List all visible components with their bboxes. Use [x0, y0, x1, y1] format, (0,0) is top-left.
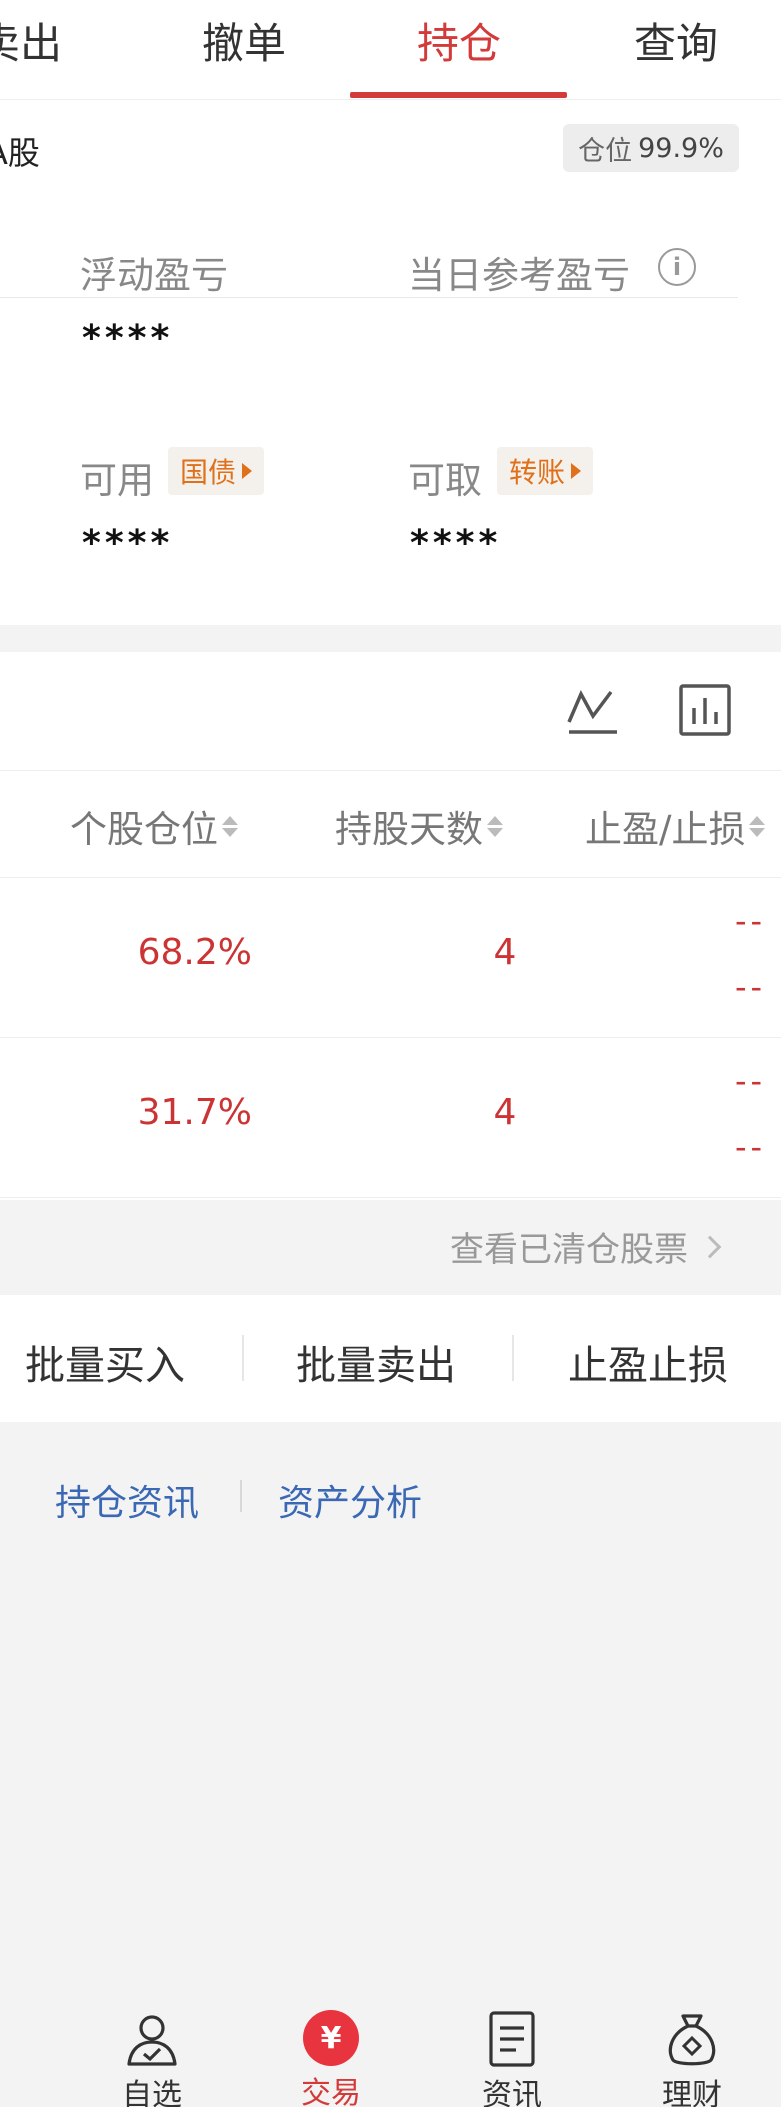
header-hold-days[interactable]: 持股天数: [335, 799, 503, 853]
line-chart-icon[interactable]: [565, 682, 621, 738]
document-icon: [489, 2011, 535, 2067]
info-icon[interactable]: i: [658, 248, 696, 286]
tab-holdings[interactable]: 持仓: [417, 10, 501, 80]
nav-trade[interactable]: ¥ 交易: [276, 2010, 386, 2107]
bottom-nav: 自选 ¥ 交易 资讯 理财: [0, 1990, 781, 2107]
header-label: 个股仓位: [70, 808, 218, 851]
user-check-icon: [127, 2015, 177, 2066]
floating-pnl-label: 浮动盈亏: [80, 254, 228, 297]
table-row[interactable]: 31.7% 4 -- --: [0, 1038, 781, 1198]
chevron-right-icon: [698, 1235, 722, 1258]
nav-wealth[interactable]: 理财: [637, 2010, 747, 2107]
holdings-news-link[interactable]: 持仓资讯: [55, 1474, 199, 1526]
tab-sell[interactable]: 卖出: [0, 10, 62, 80]
position-pct-cell: 31.7%: [137, 1092, 252, 1133]
asset-analysis-link[interactable]: 资产分析: [278, 1474, 422, 1526]
nav-label: 理财: [662, 2078, 722, 2107]
stop-loss-cell: --: [735, 1128, 767, 1166]
treasury-bond-tag-label: 国债: [180, 456, 237, 489]
batch-action-bar: 批量买入 批量卖出 止盈止损: [0, 1295, 781, 1422]
divider: [512, 1335, 514, 1381]
divider: [240, 1480, 242, 1512]
active-tab-indicator: [350, 92, 567, 98]
available-funds-value: ****: [82, 523, 174, 564]
sort-icon: [487, 815, 503, 837]
header-label: 持股天数: [335, 808, 483, 851]
available-funds-label: 可用: [80, 459, 154, 502]
daily-ref-pnl-label: 当日参考盈亏: [408, 254, 630, 297]
position-label: 仓位: [578, 135, 633, 167]
account-name: A股: [0, 134, 40, 172]
nav-watchlist[interactable]: 自选: [97, 2010, 207, 2107]
view-cleared-stocks-link[interactable]: 查看已清仓股票: [450, 1222, 722, 1271]
header-position-pct[interactable]: 个股仓位: [70, 799, 238, 853]
play-arrow-icon: [242, 463, 253, 479]
position-pct-cell: 68.2%: [137, 932, 252, 973]
transfer-tag[interactable]: 转账: [497, 447, 594, 495]
withdrawable-label: 可取: [408, 459, 482, 502]
yuan-circle-icon: ¥: [303, 2010, 359, 2066]
sort-icon: [749, 815, 766, 837]
money-bag-icon: [668, 2014, 716, 2066]
table-header: 个股仓位 持股天数 止盈/止损: [0, 770, 781, 878]
batch-sell-button[interactable]: 批量卖出: [296, 1333, 456, 1391]
stop-profit-loss-button[interactable]: 止盈止损: [568, 1333, 728, 1391]
nav-label: 自选: [122, 2078, 182, 2107]
batch-buy-button[interactable]: 批量买入: [25, 1333, 185, 1391]
transfer-tag-label: 转账: [509, 456, 566, 489]
play-arrow-icon: [571, 463, 582, 479]
header-stop-profit-loss[interactable]: 止盈/止损: [585, 799, 766, 853]
stop-profit-cell: --: [735, 902, 767, 940]
cleared-stocks-label: 查看已清仓股票: [450, 1230, 688, 1270]
floating-pnl-value: ****: [82, 318, 174, 359]
account-summary-card: A股 仓位 99.9% 浮动盈亏 **** 当日参考盈亏 i 可用 国债 ***…: [0, 100, 781, 625]
position-ratio-badge: 仓位 99.9%: [563, 124, 739, 172]
treasury-bond-tag[interactable]: 国债: [168, 447, 265, 495]
nav-label: 资讯: [482, 2078, 542, 2107]
top-tab-bar: 卖出 撤单 持仓 查询: [0, 0, 781, 100]
nav-label: 交易: [301, 2076, 361, 2107]
tab-query[interactable]: 查询: [634, 10, 718, 80]
table-row[interactable]: 68.2% 4 -- --: [0, 878, 781, 1038]
header-label: 止盈/止损: [585, 808, 746, 851]
hold-days-cell: 4: [493, 932, 517, 973]
hold-days-cell: 4: [493, 1092, 517, 1133]
nav-news[interactable]: 资讯: [457, 2010, 567, 2107]
stop-profit-cell: --: [735, 1062, 767, 1100]
bar-chart-icon[interactable]: [677, 682, 733, 738]
tab-cancel-order[interactable]: 撤单: [202, 10, 286, 80]
withdrawable-value: ****: [410, 523, 502, 564]
holdings-table: 个股仓位 持股天数 止盈/止损 68.2% 4 -- -- 31.7% 4 --…: [0, 652, 781, 1200]
stop-loss-cell: --: [735, 968, 767, 1006]
sort-icon: [222, 815, 238, 837]
position-value: 99.9%: [638, 132, 724, 164]
divider: [242, 1335, 244, 1381]
